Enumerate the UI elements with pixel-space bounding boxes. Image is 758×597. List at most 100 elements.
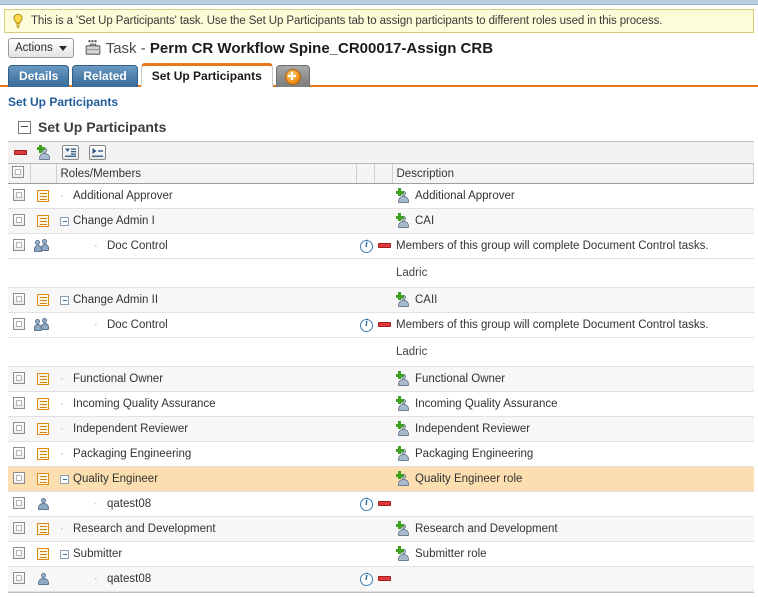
- table-row[interactable]: Submitter Submitter role: [8, 541, 754, 567]
- tree-leaf-marker: ‧: [94, 499, 98, 511]
- info-icon[interactable]: [360, 318, 373, 332]
- select-all-checkbox[interactable]: [12, 166, 24, 178]
- add-person-icon[interactable]: [395, 546, 411, 561]
- section-title: Set Up Participants: [38, 119, 167, 135]
- tree-collapse-icon[interactable]: [60, 295, 69, 305]
- row-checkbox[interactable]: [13, 546, 25, 559]
- info-icon[interactable]: [360, 239, 373, 253]
- delete-icon[interactable]: [378, 243, 391, 249]
- row-checkbox[interactable]: [13, 446, 25, 459]
- row-delete-cell: [374, 208, 392, 234]
- add-person-icon[interactable]: [395, 421, 411, 436]
- row-description-cell: Functional Owner: [392, 366, 754, 392]
- row-description-label: Quality Engineer role: [415, 473, 523, 485]
- table-row-note: Ladric: [8, 258, 754, 288]
- table-row[interactable]: ‧ Doc Control Members of this group will c…: [8, 233, 754, 259]
- add-person-icon[interactable]: [395, 213, 411, 228]
- row-checkbox[interactable]: [13, 188, 25, 201]
- table-row[interactable]: Quality Engineer Quality Engineer role: [8, 466, 754, 492]
- row-name-label: Change Admin II: [73, 294, 159, 306]
- add-person-icon[interactable]: [395, 371, 411, 386]
- row-checkbox[interactable]: [13, 571, 25, 584]
- row-name-cell: ‧ Additional Approver: [56, 183, 356, 209]
- row-checkbox[interactable]: [13, 292, 25, 305]
- row-name-cell: Submitter: [56, 541, 356, 567]
- collapse-all-button[interactable]: [62, 145, 79, 160]
- window-top-band: [0, 0, 758, 5]
- tab-details[interactable]: Details: [8, 65, 70, 87]
- add-person-icon[interactable]: [395, 521, 411, 536]
- row-description-label: Submitter role: [415, 548, 487, 560]
- info-icon[interactable]: [360, 497, 373, 511]
- table-row[interactable]: ‧ qatest08: [8, 566, 754, 592]
- row-checkbox[interactable]: [13, 213, 25, 226]
- row-checkbox[interactable]: [13, 371, 25, 384]
- tab-related[interactable]: Related: [72, 65, 138, 87]
- add-person-icon[interactable]: [395, 446, 411, 461]
- table-row[interactable]: ‧ Functional Owner Functional Owner: [8, 366, 754, 392]
- row-name-label: qatest08: [107, 573, 152, 585]
- note-label: Ladric: [396, 267, 428, 279]
- table-row[interactable]: Change Admin I CAI: [8, 208, 754, 234]
- table-row[interactable]: ‧ Incoming Quality Assurance Incoming Qual…: [8, 391, 754, 417]
- row-checkbox[interactable]: [13, 496, 25, 509]
- delete-icon[interactable]: [378, 322, 391, 328]
- row-select-cell: [8, 516, 30, 542]
- roles-members-header[interactable]: Roles/Members: [56, 164, 357, 184]
- row-type-icon-cell: [30, 208, 56, 234]
- tab-add-new[interactable]: [275, 65, 310, 87]
- add-person-icon[interactable]: [395, 396, 411, 411]
- tree-leaf-marker: ‧: [60, 374, 64, 386]
- note-label: Ladric: [396, 346, 428, 358]
- add-person-icon[interactable]: [395, 292, 411, 307]
- tree-collapse-icon[interactable]: [60, 216, 69, 226]
- add-person-icon[interactable]: [395, 188, 411, 203]
- add-person-icon[interactable]: [395, 471, 411, 486]
- row-checkbox[interactable]: [13, 521, 25, 534]
- row-type-icon-cell: [30, 491, 56, 517]
- table-row[interactable]: ‧ Independent Reviewer Independent Reviewe…: [8, 416, 754, 442]
- row-name-label: Additional Approver: [73, 190, 173, 202]
- add-participant-button[interactable]: [36, 144, 52, 160]
- tree-collapse-icon[interactable]: [60, 549, 69, 559]
- description-header[interactable]: Description: [392, 164, 754, 184]
- table-row[interactable]: ‧ qatest08: [8, 491, 754, 517]
- row-select-cell: [8, 491, 30, 517]
- row-checkbox[interactable]: [13, 238, 25, 251]
- table-row[interactable]: ‧ Additional Approver Additional Approver: [8, 183, 754, 209]
- tip-banner: This is a 'Set Up Participants' task. Us…: [4, 9, 754, 33]
- tree-leaf-marker: ‧: [60, 399, 64, 411]
- row-checkbox[interactable]: [13, 317, 25, 330]
- row-select-cell: [8, 541, 30, 567]
- section-collapse-icon[interactable]: [18, 120, 31, 134]
- tree-collapse-icon[interactable]: [60, 474, 69, 484]
- task-briefcase-icon: [84, 39, 102, 57]
- info-icon[interactable]: [360, 572, 373, 586]
- task-header-row: Actions Task - Perm CR Workflow Spine_CR…: [0, 33, 758, 61]
- table-row[interactable]: Change Admin II CAII: [8, 287, 754, 313]
- remove-button[interactable]: [14, 150, 27, 155]
- table-row[interactable]: ‧ Doc Control Members of this group will c…: [8, 312, 754, 338]
- row-checkbox[interactable]: [13, 421, 25, 434]
- row-checkbox[interactable]: [13, 396, 25, 409]
- row-delete-cell: [374, 516, 392, 542]
- actions-button[interactable]: Actions: [8, 38, 74, 58]
- row-type-icon-cell: [30, 566, 56, 592]
- expand-all-button[interactable]: [89, 145, 106, 160]
- breadcrumb[interactable]: Set Up Participants: [0, 87, 758, 113]
- row-checkbox[interactable]: [13, 471, 25, 484]
- chevron-down-icon: [58, 45, 67, 51]
- row-info-cell: [356, 491, 374, 517]
- table-row[interactable]: ‧ Packaging Engineering Packaging Engineer…: [8, 441, 754, 467]
- row-type-icon-cell: [30, 441, 56, 467]
- row-type-icon-cell: [30, 541, 56, 567]
- delete-icon[interactable]: [378, 576, 391, 582]
- section-header: Set Up Participants: [0, 119, 758, 135]
- tab-set-up-participants[interactable]: Set Up Participants: [140, 63, 273, 87]
- role-scroll-icon: [36, 547, 50, 561]
- table-row[interactable]: ‧ Research and Development Research and De…: [8, 516, 754, 542]
- task-prefix-label: Task -: [105, 39, 150, 57]
- delete-icon[interactable]: [378, 501, 391, 507]
- tip-text: This is a 'Set Up Participants' task. Us…: [31, 15, 663, 27]
- row-name-label: Functional Owner: [73, 373, 164, 385]
